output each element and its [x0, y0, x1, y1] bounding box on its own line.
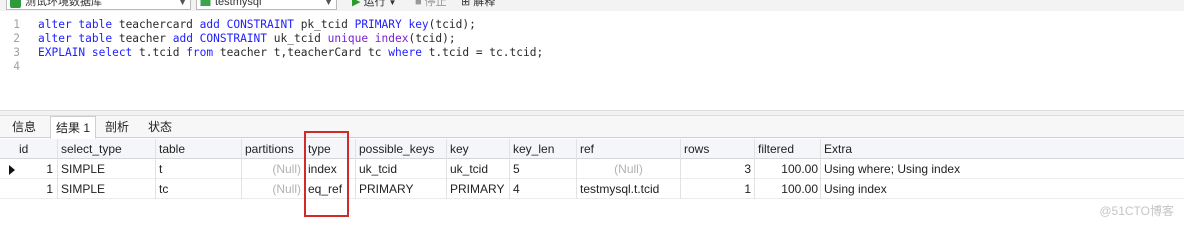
- code-line-2: 2 alter table teacher add CONSTRAINT uk_t…: [0, 32, 456, 46]
- chevron-down-icon: ▼: [324, 0, 333, 7]
- column-header-select-type[interactable]: select_type: [58, 139, 154, 159]
- cell-filtered: 100.00: [781, 182, 818, 196]
- sql-text: teachercard: [112, 18, 200, 31]
- table-row[interactable]: 1 SIMPLE tc (Null) eq_ref PRIMARY PRIMAR…: [0, 179, 1184, 199]
- cell-possible-keys: uk_tcid: [359, 162, 398, 176]
- cell-rows: 1: [744, 182, 751, 196]
- cell-possible-keys: PRIMARY: [359, 182, 414, 196]
- column-header-key-len[interactable]: key_len: [510, 139, 576, 159]
- tab-info[interactable]: 信息: [4, 116, 44, 138]
- sql-text: t.tcid: [132, 46, 187, 59]
- chevron-down-icon: ▼: [178, 0, 187, 7]
- cell-ref: testmysql.t.tcid: [580, 182, 660, 196]
- sql-text: pk_tcid: [293, 18, 355, 31]
- sql-keyword: add CONSTRAINT: [172, 32, 268, 45]
- cell-id: 1: [46, 182, 53, 196]
- column-divider: [754, 139, 755, 199]
- explain-button[interactable]: ⊞ 解释: [461, 0, 495, 9]
- stop-button[interactable]: ■ 停止: [415, 0, 447, 9]
- play-icon: ▶: [352, 0, 361, 8]
- code-line-1: 1 alter table teachercard add CONSTRAINT …: [0, 18, 476, 32]
- column-header-possible-keys[interactable]: possible_keys: [356, 139, 446, 159]
- sql-text: uk_tcid: [267, 32, 328, 45]
- connection-icon: [10, 0, 21, 8]
- cell-key-len: 4: [513, 182, 520, 196]
- toolbar: 测试环境数据库 ▼ testmysql ▼ ▶ 运行 ▼ ■ 停止 ⊞ 解释: [0, 0, 1184, 11]
- database-icon: [200, 0, 211, 6]
- column-divider: [57, 139, 58, 199]
- column-header-extra[interactable]: Extra: [821, 139, 1021, 159]
- column-header-rows[interactable]: rows: [681, 139, 754, 159]
- table-row[interactable]: 1 SIMPLE t (Null) index uk_tcid uk_tcid …: [0, 159, 1184, 179]
- cell-filtered: 100.00: [781, 162, 818, 176]
- column-divider: [355, 139, 356, 199]
- column-divider: [820, 139, 821, 199]
- line-number: 3: [13, 46, 20, 59]
- column-header-id[interactable]: id: [16, 139, 56, 159]
- cell-id: 1: [46, 162, 53, 176]
- sql-text: teacher t,teacherCard tc: [213, 46, 389, 59]
- chevron-down-icon: ▼: [388, 0, 397, 7]
- result-tabs: 信息 结果 1 剖析 状态: [0, 116, 1184, 139]
- sql-keyword: add CONSTRAINT: [199, 18, 294, 31]
- sql-keyword: alter table: [38, 32, 113, 45]
- code-line-3: 3 EXPLAIN select t.tcid from teacher t,te…: [0, 46, 543, 60]
- code-line-4: 4: [0, 60, 38, 74]
- sql-text: t.tcid = tc.tcid;: [421, 46, 544, 59]
- cell-partitions: (Null): [272, 182, 301, 196]
- column-divider: [680, 139, 681, 199]
- cell-key-len: 5: [513, 162, 520, 176]
- column-header-filtered[interactable]: filtered: [755, 139, 821, 159]
- type-column-highlight: [304, 131, 349, 217]
- sql-keyword: PRIMARY key: [354, 18, 429, 31]
- grid-header: id select_type table partitions type pos…: [0, 139, 1184, 159]
- watermark: @51CTO博客: [1099, 204, 1174, 218]
- connection-select[interactable]: 测试环境数据库 ▼: [6, 0, 191, 10]
- database-select-value: testmysql: [215, 0, 262, 8]
- column-header-table[interactable]: table: [156, 139, 240, 159]
- sql-editor[interactable]: 1 alter table teachercard add CONSTRAINT …: [0, 11, 1184, 110]
- stop-icon: ■: [415, 0, 422, 8]
- column-header-partitions[interactable]: partitions: [242, 139, 304, 159]
- current-row-marker-icon: [9, 165, 15, 175]
- column-divider: [241, 139, 242, 199]
- tab-profile[interactable]: 剖析: [98, 116, 136, 138]
- line-number: 4: [13, 60, 20, 73]
- column-header-ref[interactable]: ref: [577, 139, 680, 159]
- results-grid: id select_type table partitions type pos…: [0, 139, 1184, 223]
- sql-keyword: where: [388, 46, 422, 59]
- connection-select-value: 测试环境数据库: [25, 0, 102, 8]
- tab-status[interactable]: 状态: [140, 116, 180, 138]
- cell-key: PRIMARY: [450, 182, 505, 196]
- cell-partitions: (Null): [272, 162, 301, 176]
- sql-text: (tcid);: [408, 32, 456, 45]
- run-button[interactable]: ▶ 运行 ▼: [352, 0, 396, 10]
- cell-ref: (Null): [614, 162, 643, 176]
- sql-text: teacher: [112, 32, 173, 45]
- column-header-key[interactable]: key: [447, 139, 509, 159]
- cell-rows: 3: [744, 162, 751, 176]
- cell-select-type: SIMPLE: [61, 162, 106, 176]
- sql-keyword: alter table: [38, 18, 113, 31]
- line-number: 1: [13, 18, 20, 31]
- explain-icon: ⊞: [461, 0, 471, 8]
- column-divider: [155, 139, 156, 199]
- line-number: 2: [13, 32, 20, 45]
- column-divider: [576, 139, 577, 199]
- cell-table: tc: [159, 182, 169, 196]
- sql-function: unique index: [327, 32, 409, 45]
- column-divider: [509, 139, 510, 199]
- column-divider: [446, 139, 447, 199]
- cell-extra: Using index: [824, 182, 887, 196]
- cell-select-type: SIMPLE: [61, 182, 106, 196]
- cell-key: uk_tcid: [450, 162, 489, 176]
- cell-table: t: [159, 162, 163, 176]
- cell-extra: Using where; Using index: [824, 162, 961, 176]
- sql-keyword: EXPLAIN select: [38, 46, 133, 59]
- database-select[interactable]: testmysql ▼: [196, 0, 337, 10]
- sql-keyword: from: [186, 46, 214, 59]
- sql-text: (tcid);: [428, 18, 476, 31]
- tab-result-1[interactable]: 结果 1: [50, 116, 96, 139]
